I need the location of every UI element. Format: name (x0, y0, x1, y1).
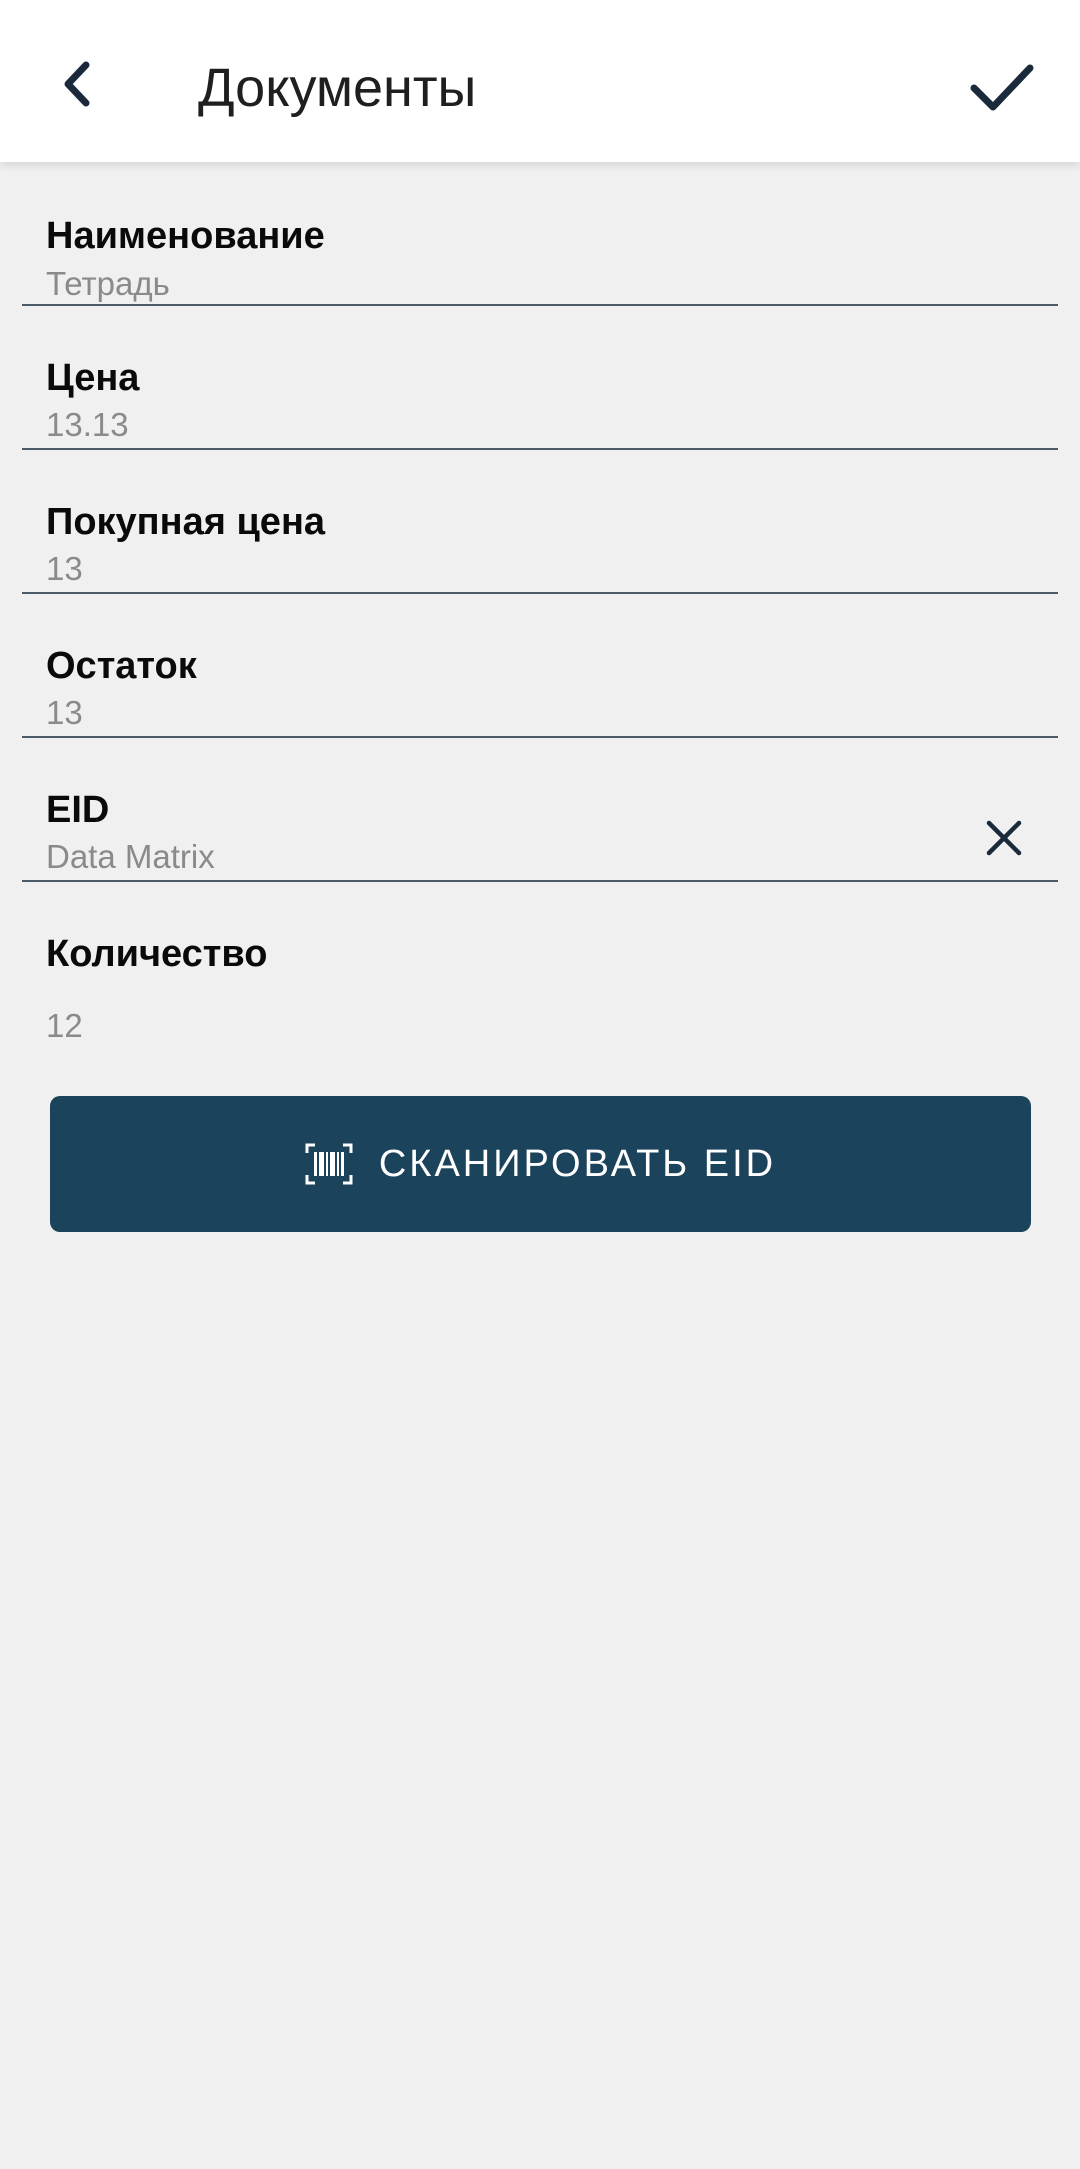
field-label: Остаток (46, 645, 197, 687)
field-stock[interactable]: Остаток 13 (22, 594, 1058, 738)
field-value: Data Matrix (46, 838, 215, 875)
field-value: 13 (46, 550, 83, 587)
field-value: 13.13 (46, 406, 129, 443)
app-screen: Документы Наименование Тетрадь Цена 13.1… (0, 0, 1080, 2169)
confirm-button[interactable] (960, 46, 1044, 130)
scan-eid-button[interactable]: СКАНИРОВАТЬ EID (50, 1096, 1031, 1232)
field-label: Количество (46, 933, 268, 975)
field-name[interactable]: Наименование Тетрадь (22, 162, 1058, 306)
field-label: EID (46, 789, 110, 831)
check-icon (970, 64, 1034, 111)
back-button[interactable] (40, 46, 116, 122)
product-form: Наименование Тетрадь Цена 13.13 Покупная… (0, 162, 1080, 1062)
page-title: Документы (198, 58, 477, 118)
clear-eid-button[interactable] (976, 810, 1032, 866)
field-purchase-price[interactable]: Покупная цена 13 (22, 450, 1058, 594)
chevron-left-icon (64, 61, 90, 107)
close-icon (986, 820, 1022, 856)
field-value: Тетрадь (46, 265, 170, 302)
field-label: Покупная цена (46, 501, 326, 543)
quantity-input[interactable]: 12 (46, 1006, 83, 1046)
field-label: Наименование (46, 215, 325, 257)
field-price[interactable]: Цена 13.13 (22, 306, 1058, 450)
field-label: Цена (46, 357, 140, 399)
field-quantity[interactable]: Количество 12 (22, 882, 1058, 1062)
barcode-scan-icon (305, 1143, 353, 1185)
field-value: 13 (46, 694, 83, 731)
top-app-bar: Документы (0, 0, 1080, 162)
scan-button-label: СКАНИРОВАТЬ EID (378, 1142, 777, 1185)
field-eid[interactable]: EID Data Matrix (22, 738, 1058, 882)
